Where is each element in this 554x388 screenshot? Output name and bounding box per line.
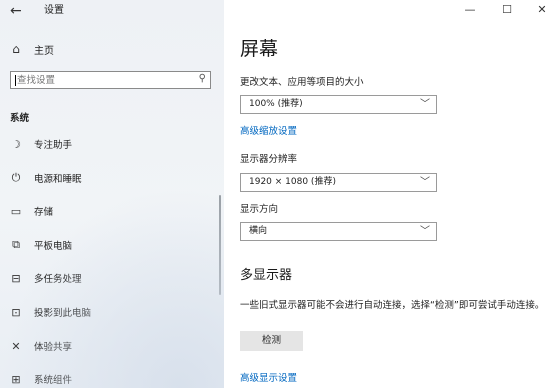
section-title-system: 系统	[10, 113, 30, 124]
sidebar-item-tablet[interactable]: ⧉ 平板电脑	[8, 236, 72, 254]
nav-home-label: 主页	[34, 45, 54, 57]
advanced-scaling-link[interactable]: 高级缩放设置	[240, 125, 297, 138]
sidebar-item-label: 存储	[34, 207, 54, 218]
sidebar-item-label: 电源和睡眠	[34, 174, 82, 185]
sidebar-item-label: 体验共享	[34, 342, 73, 353]
detect-button[interactable]: 检测	[240, 331, 303, 351]
chevron-down-icon: ﹀	[420, 177, 430, 188]
chevron-down-icon: ﹀	[420, 99, 430, 110]
multitasking-icon: ⊟	[11, 271, 21, 285]
storage-icon: ▭	[10, 204, 22, 218]
share-icon: ✕	[11, 339, 21, 353]
tablet-icon: ⧉	[12, 238, 20, 251]
minimize-icon[interactable]: —	[460, 2, 480, 18]
maximize-icon[interactable]: ☐	[497, 2, 517, 18]
sidebar-item-power-sleep[interactable]: ⏻ 电源和睡眠	[8, 169, 82, 187]
sidebar-item-label: 平板电脑	[34, 241, 73, 252]
sidebar-item-label: 投影到此电脑	[34, 308, 92, 319]
settings-window: ← 设置 ⌂ 主页 查找设置 ⚲ 系统 ☽ 专注助手 ⏻ 电源和睡眠 ▭ 存储 …	[0, 0, 554, 388]
page-title: 屏幕	[240, 38, 279, 60]
nav-home[interactable]: ⌂ 主页	[8, 40, 54, 58]
orientation-label: 显示方向	[240, 204, 279, 215]
sidebar: ← 设置 ⌂ 主页 查找设置 ⚲ 系统 ☽ 专注助手 ⏻ 电源和睡眠 ▭ 存储 …	[0, 0, 224, 388]
sidebar-item-label: 系统组件	[34, 375, 73, 386]
chevron-down-icon: ﹀	[420, 226, 430, 237]
sidebar-item-multitasking[interactable]: ⊟ 多任务处理	[8, 269, 82, 287]
sidebar-item-focus-assist[interactable]: ☽ 专注助手	[8, 135, 72, 153]
scale-label: 更改文本、应用等项目的大小	[240, 77, 364, 88]
components-icon: ⊞	[11, 372, 21, 386]
sidebar-item-shared-experiences[interactable]: ✕ 体验共享	[8, 337, 72, 355]
multi-display-description: 一些旧式显示器可能不会进行自动连接，选择“检测”即可尝试手动连接。	[240, 300, 545, 311]
multi-display-heading: 多显示器	[240, 268, 293, 283]
orientation-value: 横向	[249, 226, 268, 236]
main-content: — ☐ ✕ 屏幕 更改文本、应用等项目的大小 100% (推荐) ﹀ 高级缩放设…	[224, 0, 554, 388]
resolution-dropdown[interactable]: 1920 × 1080 (推荐) ﹀	[240, 173, 437, 192]
orientation-dropdown[interactable]: 横向 ﹀	[240, 222, 437, 241]
sidebar-item-project-to-pc[interactable]: ⊡ 投影到此电脑	[8, 303, 91, 321]
sidebar-item-label: 专注助手	[34, 140, 73, 151]
close-icon[interactable]: ✕	[532, 2, 552, 18]
resolution-label: 显示器分辨率	[240, 154, 298, 165]
power-icon: ⏻	[11, 171, 21, 184]
advanced-display-link[interactable]: 高级显示设置	[240, 372, 297, 385]
projector-icon: ⊡	[11, 305, 21, 319]
scale-value: 100% (推荐)	[249, 99, 303, 109]
window-title: 设置	[44, 5, 64, 16]
resolution-value: 1920 × 1080 (推荐)	[249, 177, 336, 187]
search-icon[interactable]: ⚲	[199, 73, 206, 84]
sidebar-item-label: 多任务处理	[34, 274, 82, 285]
back-arrow-icon[interactable]: ←	[10, 2, 24, 20]
moon-icon: ☽	[11, 137, 21, 151]
sidebar-item-system-components[interactable]: ⊞ 系统组件	[8, 370, 72, 388]
search-input[interactable]: 查找设置 ⚲	[10, 71, 211, 89]
text-caret	[15, 75, 16, 86]
sidebar-scrollbar[interactable]	[219, 195, 221, 295]
home-icon: ⌂	[12, 42, 20, 56]
scale-dropdown[interactable]: 100% (推荐) ﹀	[240, 95, 437, 114]
sidebar-item-storage[interactable]: ▭ 存储	[8, 202, 53, 220]
search-placeholder: 查找设置	[17, 75, 56, 86]
